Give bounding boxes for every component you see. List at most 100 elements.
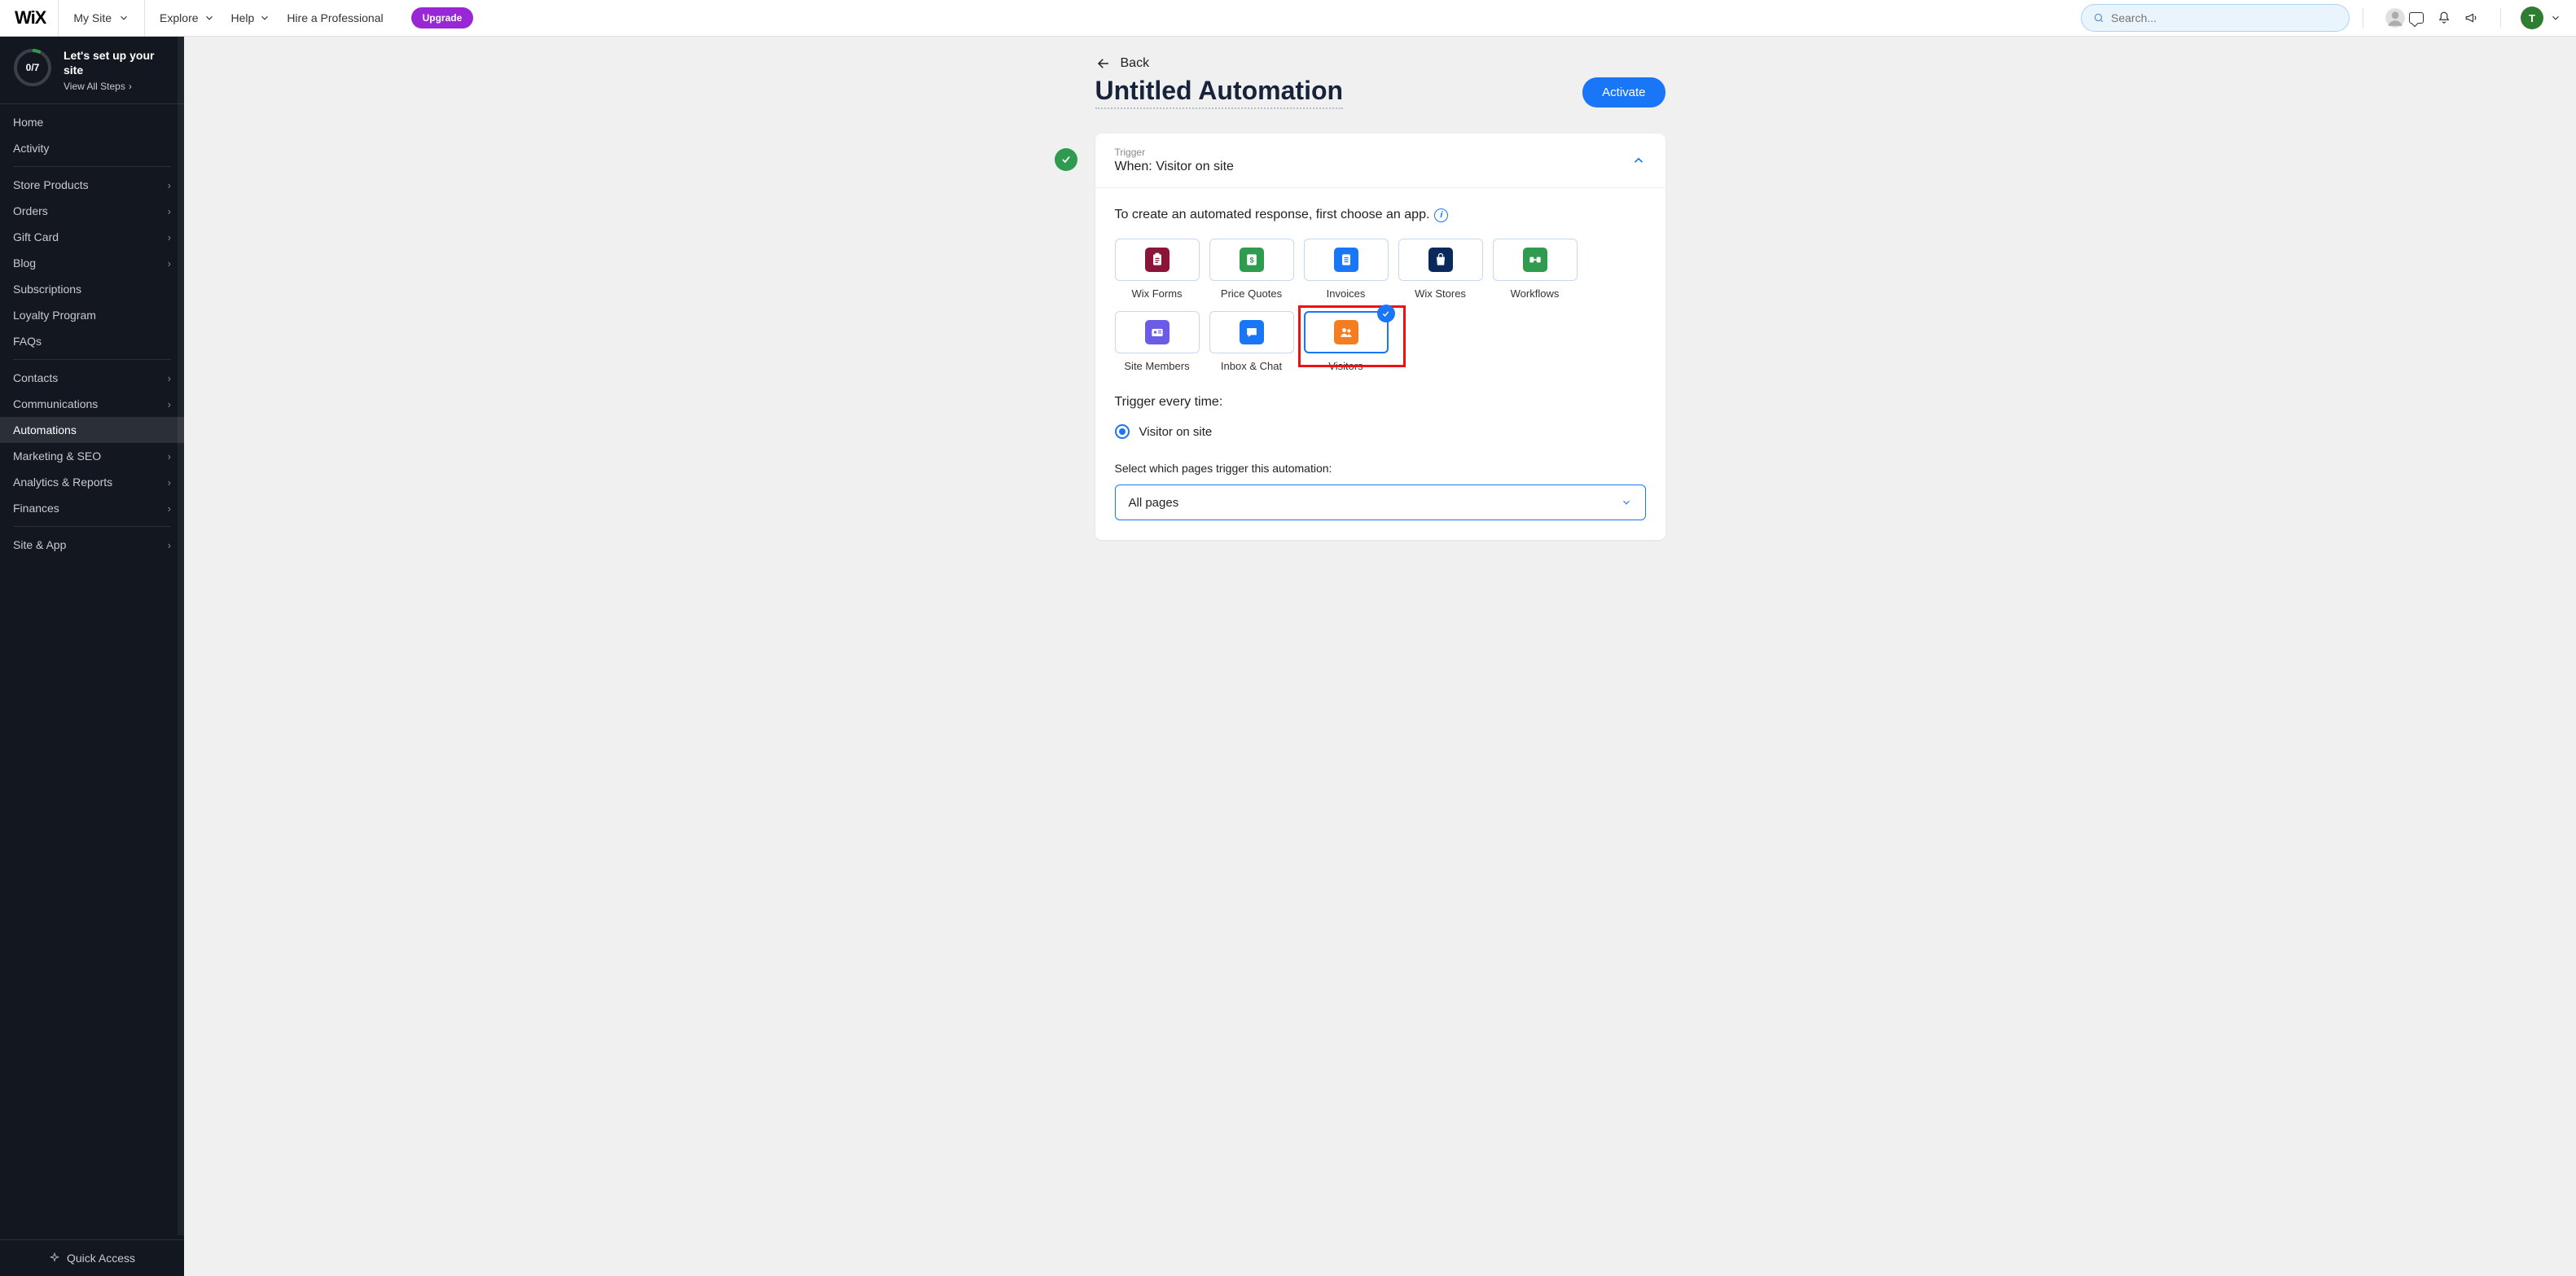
progress-value: 0/7 (13, 48, 52, 87)
upgrade-button[interactable]: Upgrade (411, 7, 474, 29)
chevron-up-icon[interactable] (1631, 153, 1646, 168)
chevron-right-icon: › (168, 372, 171, 384)
search-box[interactable] (2081, 4, 2350, 32)
chevron-down-icon (1621, 497, 1632, 508)
quick-access[interactable]: Quick Access (0, 1239, 184, 1276)
app-tile-button[interactable] (1304, 239, 1389, 281)
sidebar-item-marketing-seo[interactable]: Marketing & SEO › (0, 443, 184, 469)
sidebar-item-communications[interactable]: Communications› (0, 391, 184, 417)
site-selector[interactable]: My Site (58, 0, 145, 36)
sidebar-item-label: Contacts (13, 371, 58, 384)
chevron-right-icon: › (168, 231, 171, 243)
arrow-left-icon (1096, 56, 1111, 71)
profile-avatar-icon (2385, 7, 2406, 29)
trigger-heading: Trigger every time: (1115, 395, 1646, 410)
search-input[interactable] (2111, 11, 2337, 24)
sidebar-item-activity[interactable]: Activity (0, 135, 184, 161)
sidebar-item-label: Activity (13, 142, 49, 155)
account-menu[interactable]: T (2514, 7, 2568, 29)
view-steps-link[interactable]: View All Steps › (64, 81, 171, 92)
chevron-right-icon: › (168, 179, 171, 191)
chevron-right-icon: › (129, 81, 132, 92)
nav-explore-label: Explore (160, 11, 198, 24)
sidebar-item-loyalty-program[interactable]: Loyalty Program (0, 302, 184, 328)
quick-access-label: Quick Access (67, 1252, 135, 1265)
sidebar-item-label: Subscriptions (13, 283, 81, 296)
app-label: Visitors (1328, 360, 1363, 372)
app-tile-button[interactable] (1398, 239, 1483, 281)
pages-dropdown[interactable]: All pages (1115, 485, 1646, 520)
pages-value: All pages (1129, 496, 1179, 510)
app-tile-wix-forms: Wix Forms (1115, 239, 1200, 300)
scrollbar[interactable] (178, 37, 184, 1235)
wix-logo[interactable]: WiX (15, 7, 46, 29)
app-tile-button[interactable] (1209, 311, 1294, 353)
trigger-card: Trigger When: Visitor on site To create … (1095, 134, 1665, 540)
sidebar-item-label: Finances (13, 502, 59, 515)
svg-text:$: $ (1249, 256, 1253, 264)
site-name: My Site (73, 11, 112, 24)
sidebar-item-contacts[interactable]: Contacts › (0, 365, 184, 391)
radio-input[interactable] (1115, 424, 1130, 439)
sidebar-item-label: Marketing & SEO (13, 449, 101, 463)
setup-title: Let's set up your site (64, 48, 171, 77)
app-label: Inbox & Chat (1221, 360, 1282, 372)
nav-hire[interactable]: Hire a Professional (287, 11, 383, 24)
chat-icon (1240, 320, 1264, 344)
sidebar-item-label: Analytics & Reports (13, 476, 112, 489)
app-tile-button[interactable] (1304, 311, 1389, 353)
app-label: Wix Stores (1415, 287, 1466, 300)
chevron-down-icon (118, 12, 129, 24)
sidebar-item-faqs[interactable]: FAQs (0, 328, 184, 354)
app-tile-button[interactable] (1493, 239, 1578, 281)
back-link[interactable]: Back (1096, 56, 1665, 71)
nav-help[interactable]: Help (231, 11, 271, 24)
sidebar-item-label: Orders (13, 204, 48, 217)
bell-icon[interactable] (2437, 11, 2451, 25)
profile-chat[interactable] (2385, 7, 2424, 29)
card-label: Trigger (1115, 147, 1234, 158)
app-label: Workflows (1511, 287, 1560, 300)
instruction-text: To create an automated response, first c… (1115, 208, 1646, 222)
radio-option[interactable]: Visitor on site (1115, 424, 1646, 439)
sidebar-item-orders[interactable]: Orders› (0, 198, 184, 224)
chevron-down-icon (204, 12, 215, 24)
sidebar-item-store-products[interactable]: Store Products› (0, 172, 184, 198)
nav-help-label: Help (231, 11, 255, 24)
sidebar-item-automations[interactable]: Automations (0, 417, 184, 443)
app-label: Price Quotes (1221, 287, 1282, 300)
nav-hire-label: Hire a Professional (287, 11, 383, 24)
status-check-icon (1055, 148, 1077, 171)
people-icon (1334, 320, 1358, 344)
activate-button[interactable]: Activate (1582, 77, 1665, 107)
app-tile-button[interactable]: $ (1209, 239, 1294, 281)
dollar-icon: $ (1240, 248, 1264, 272)
megaphone-icon[interactable] (2464, 11, 2479, 25)
card-header[interactable]: Trigger When: Visitor on site (1095, 134, 1665, 188)
id-icon (1145, 320, 1170, 344)
sidebar-item-label: Gift Card (13, 230, 59, 243)
card-title: When: Visitor on site (1115, 160, 1234, 174)
chevron-right-icon: › (168, 476, 171, 489)
nav-explore[interactable]: Explore (160, 11, 214, 24)
sidebar-item-analytics-reports[interactable]: Analytics & Reports › (0, 469, 184, 495)
sidebar-item-blog[interactable]: Blog› (0, 250, 184, 276)
app-tile-button[interactable] (1115, 239, 1200, 281)
sidebar-item-gift-card[interactable]: Gift Card › (0, 224, 184, 250)
chevron-right-icon: › (168, 450, 171, 463)
sidebar-item-label: Home (13, 116, 43, 129)
sidebar-item-finances[interactable]: Finances› (0, 495, 184, 521)
apps-grid: Wix Forms$Price QuotesInvoicesWix Stores… (1115, 239, 1646, 372)
setup-progress[interactable]: 0/7 Let's set up your site View All Step… (0, 37, 184, 104)
sidebar-item-subscriptions[interactable]: Subscriptions (0, 276, 184, 302)
doc-icon (1334, 248, 1358, 272)
info-icon[interactable]: i (1434, 208, 1448, 222)
app-tile-price-quotes: $ Price Quotes (1209, 239, 1294, 300)
sidebar-item-home[interactable]: Home (0, 109, 184, 135)
app-tile-button[interactable] (1115, 311, 1200, 353)
divider (2500, 8, 2501, 28)
app-tile-workflows: Workflows (1493, 239, 1578, 300)
app-tile-site-members: Site Members (1115, 311, 1200, 372)
sidebar-item-site-app[interactable]: Site & App› (0, 532, 184, 558)
automation-title[interactable]: Untitled Automation (1095, 76, 1344, 109)
